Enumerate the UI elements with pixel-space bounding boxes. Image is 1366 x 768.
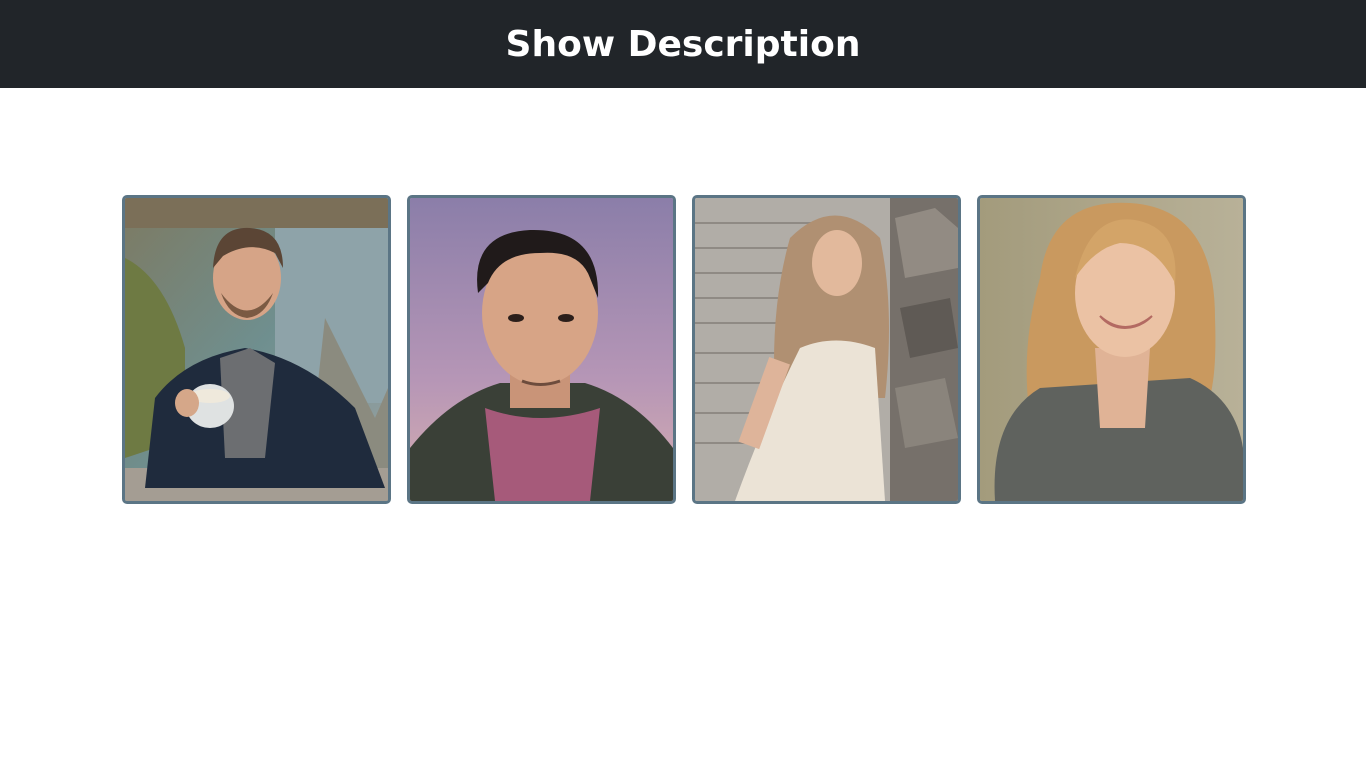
profile-card-grid (122, 195, 1246, 504)
profile-card-3[interactable] (692, 195, 961, 504)
profile-photo-2 (410, 198, 673, 501)
profile-photo-4 (980, 198, 1243, 501)
page-header: Show Description (0, 0, 1366, 88)
profile-card-2[interactable] (407, 195, 676, 504)
profile-card-4[interactable] (977, 195, 1246, 504)
profile-photo-1 (125, 198, 388, 501)
page-title: Show Description (505, 23, 861, 65)
profile-card-1[interactable] (122, 195, 391, 504)
profile-photo-3 (695, 198, 958, 501)
